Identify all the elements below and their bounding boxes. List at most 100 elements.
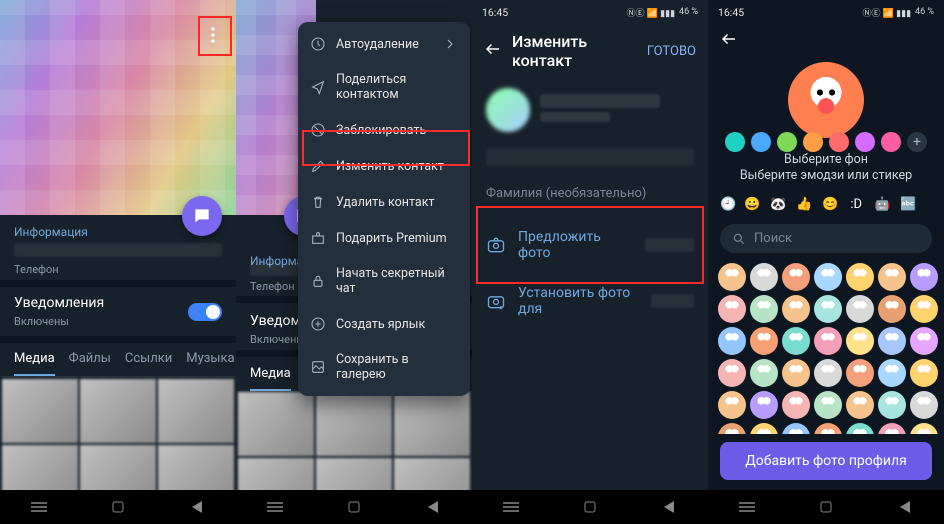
back-button[interactable] (720, 30, 738, 52)
color-swatch[interactable] (855, 132, 875, 152)
media-thumb[interactable] (394, 392, 470, 456)
search-input[interactable]: Поиск (720, 224, 932, 253)
sticker-item[interactable] (878, 263, 906, 291)
sticker-item[interactable] (750, 391, 778, 419)
chat-fab[interactable] (182, 196, 222, 236)
sticker-item[interactable] (846, 327, 874, 355)
menu-save[interactable]: Сохранить в галерею (298, 342, 470, 392)
more-button[interactable] (200, 22, 226, 48)
set-photo-row[interactable]: Установить фото для (472, 273, 708, 329)
notifications-toggle[interactable] (188, 303, 222, 321)
sticker-item[interactable] (782, 359, 810, 387)
back-button[interactable] (484, 40, 502, 62)
sticker-item[interactable] (878, 295, 906, 323)
sticker-item[interactable] (846, 423, 874, 434)
sticker-item[interactable] (814, 327, 842, 355)
nav-back[interactable] (411, 500, 455, 514)
color-swatch[interactable] (803, 132, 823, 152)
nav-back[interactable] (175, 500, 219, 514)
tab-media[interactable]: Медиа (14, 351, 55, 376)
sticker-item[interactable] (878, 327, 906, 355)
sticker-item[interactable] (910, 327, 938, 355)
sticker-item[interactable] (718, 263, 746, 291)
sticker-item[interactable] (750, 423, 778, 434)
nav-home[interactable] (568, 500, 612, 514)
sticker-item[interactable] (814, 391, 842, 419)
profile-photo[interactable] (0, 0, 236, 215)
contact-avatar[interactable] (486, 88, 530, 132)
sticker-item[interactable] (910, 391, 938, 419)
media-thumb[interactable] (80, 379, 156, 443)
category-chip[interactable]: 👍 (794, 197, 814, 212)
menu-autodelete[interactable]: Автоудаление (298, 26, 470, 62)
sticker-item[interactable] (750, 327, 778, 355)
sticker-item[interactable] (878, 423, 906, 434)
sticker-item[interactable] (718, 295, 746, 323)
nav-back[interactable] (647, 500, 691, 514)
done-button[interactable]: ГОТОВО (647, 44, 696, 59)
nav-menu[interactable] (489, 500, 533, 514)
media-thumb[interactable] (2, 379, 78, 443)
color-swatch[interactable] (751, 132, 771, 152)
sticker-item[interactable] (846, 295, 874, 323)
sticker-item[interactable] (814, 359, 842, 387)
tab-media[interactable]: Медиа (250, 366, 291, 391)
color-swatch[interactable] (725, 132, 745, 152)
sticker-item[interactable] (814, 295, 842, 323)
tab-links[interactable]: Ссылки (125, 351, 172, 376)
nav-home[interactable] (332, 500, 376, 514)
nav-home[interactable] (804, 500, 848, 514)
nav-back[interactable] (883, 500, 927, 514)
firstname-field[interactable] (486, 148, 694, 166)
sticker-item[interactable] (878, 391, 906, 419)
color-add-button[interactable]: + (907, 132, 927, 152)
nav-menu[interactable] (17, 500, 61, 514)
sticker-item[interactable] (782, 295, 810, 323)
menu-block[interactable]: Заблокировать (298, 112, 470, 148)
nav-menu[interactable] (253, 500, 297, 514)
sticker-item[interactable] (782, 423, 810, 434)
tab-music[interactable]: Музыка (186, 351, 234, 376)
nav-home[interactable] (96, 500, 140, 514)
menu-delete[interactable]: Удалить контакт (298, 184, 470, 220)
sticker-item[interactable] (750, 359, 778, 387)
lastname-placeholder[interactable]: Фамилия (необязательно) (472, 180, 708, 207)
sticker-item[interactable] (910, 263, 938, 291)
suggest-photo-row[interactable]: Предложить фото (472, 217, 708, 273)
category-chip[interactable]: 🤖 (872, 197, 892, 212)
sticker-item[interactable] (846, 263, 874, 291)
media-thumb[interactable] (158, 379, 234, 443)
sticker-item[interactable] (782, 391, 810, 419)
sticker-item[interactable] (718, 327, 746, 355)
sticker-item[interactable] (846, 391, 874, 419)
menu-gift[interactable]: Подарить Premium (298, 220, 470, 256)
category-chip[interactable]: 😊 (820, 197, 840, 212)
menu-edit[interactable]: Изменить контакт (298, 148, 470, 184)
notifications-row[interactable]: Уведомления Включены (0, 287, 236, 328)
sticker-item[interactable] (846, 359, 874, 387)
category-chip[interactable]: 😀 (742, 197, 762, 212)
sticker-item[interactable] (910, 423, 938, 434)
sticker-item[interactable] (718, 423, 746, 434)
sticker-item[interactable] (750, 263, 778, 291)
sticker-item[interactable] (910, 359, 938, 387)
tab-files[interactable]: Файлы (69, 351, 111, 376)
media-thumb[interactable] (238, 392, 314, 456)
category-chip[interactable]: :D (846, 197, 866, 212)
sticker-item[interactable] (782, 263, 810, 291)
menu-share[interactable]: Поделиться контактом (298, 62, 470, 112)
recent-icon[interactable]: 🕘 (720, 197, 736, 212)
color-swatch[interactable] (777, 132, 797, 152)
color-swatch[interactable] (881, 132, 901, 152)
category-chip[interactable]: 🐼 (768, 197, 788, 212)
sticker-item[interactable] (878, 359, 906, 387)
media-thumb[interactable] (316, 392, 392, 456)
menu-secret[interactable]: Начать секретный чат (298, 256, 470, 306)
sticker-item[interactable] (782, 327, 810, 355)
color-swatch[interactable] (829, 132, 849, 152)
sticker-item[interactable] (718, 391, 746, 419)
nav-menu[interactable] (725, 500, 769, 514)
sticker-item[interactable] (814, 263, 842, 291)
add-profile-button[interactable]: Добавить фото профиля (720, 442, 932, 480)
sticker-item[interactable] (718, 359, 746, 387)
